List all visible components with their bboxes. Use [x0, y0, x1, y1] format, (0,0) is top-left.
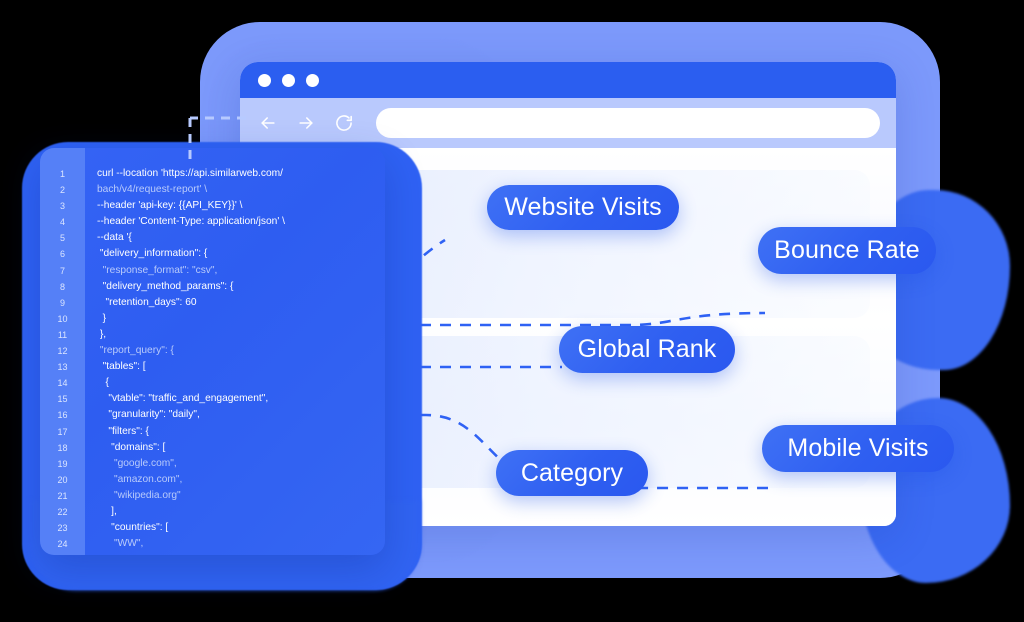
window-minimize-dot[interactable]	[282, 73, 295, 87]
code-line: {	[97, 377, 109, 389]
code-line-number-gutter: 1 2 3 4 5 6 7 8 9 10 11 12 13 14 15 16 17 18 19 20 21 22 23 24	[40, 148, 85, 555]
code-line-number: 21	[57, 490, 68, 501]
code-line: bach/v4/request-report' \	[97, 184, 208, 196]
code-line: "response_format": "csv",	[97, 264, 218, 276]
code-line-number: 5	[59, 233, 65, 244]
browser-titlebar	[240, 62, 896, 98]
back-arrow-icon[interactable]	[258, 113, 278, 133]
code-line-number: 12	[57, 346, 68, 357]
code-line-number: 13	[57, 362, 68, 373]
code-line: "amazon.com",	[97, 473, 183, 485]
code-line-number: 22	[57, 506, 68, 517]
code-line: "filters": {	[97, 425, 149, 437]
pill-label: Website Visits	[504, 193, 662, 221]
reload-icon[interactable]	[334, 113, 354, 133]
code-line-number: 16	[57, 410, 68, 421]
code-line: "domains": [	[97, 441, 166, 453]
code-line: "vtable": "traffic_and_engagement",	[97, 393, 269, 405]
code-line: "granularity": "daily",	[97, 409, 200, 421]
code-line: --header 'Content-Type: application/json…	[97, 216, 285, 228]
code-line-number: 7	[59, 265, 65, 276]
code-line-number: 18	[57, 442, 68, 453]
code-line: ],	[97, 505, 117, 517]
code-line-number: 3	[59, 201, 65, 212]
pill-label: Global Rank	[577, 335, 717, 363]
code-line-number: 8	[59, 281, 65, 292]
pill-mobile-visits[interactable]: Mobile Visits	[762, 425, 954, 472]
code-line: curl --location 'https://api.similarweb.…	[97, 168, 283, 179]
pill-global-rank[interactable]: Global Rank	[559, 326, 735, 373]
code-line-number: 24	[57, 539, 68, 550]
illustration-stage: Website Visits Bounce Rate Global Rank C…	[0, 0, 1024, 622]
code-line-number: 14	[57, 378, 68, 389]
code-line-number: 11	[57, 329, 68, 340]
pill-label: Mobile Visits	[787, 434, 929, 462]
pill-label: Bounce Rate	[774, 236, 920, 264]
window-close-dot[interactable]	[258, 73, 271, 87]
code-line-number: 6	[59, 249, 65, 260]
pill-category[interactable]: Category	[496, 450, 648, 496]
pill-bounce-rate[interactable]: Bounce Rate	[758, 227, 936, 274]
code-line: }	[97, 312, 107, 324]
code-line: "delivery_information": {	[97, 248, 208, 260]
code-line-number: 19	[57, 458, 68, 469]
code-line: --header 'api-key: {{API_KEY}}' \	[97, 200, 243, 212]
code-line-number: 10	[57, 313, 68, 324]
code-line-number: 17	[57, 426, 68, 437]
code-line: --data '{	[97, 232, 132, 244]
code-line-number: 15	[57, 394, 68, 405]
code-line-number: 4	[59, 217, 65, 228]
code-line: "delivery_method_params": {	[97, 280, 234, 292]
code-line-number: 9	[59, 297, 65, 308]
code-line: "wikipedia.org"	[97, 489, 181, 501]
window-maximize-dot[interactable]	[306, 73, 319, 87]
pill-website-visits[interactable]: Website Visits	[487, 185, 679, 230]
code-line-number: 20	[57, 474, 68, 485]
browser-toolbar	[240, 98, 896, 148]
code-line: "report_query": {	[97, 345, 174, 357]
code-line: "tables": [	[97, 361, 146, 373]
code-line-number: 23	[57, 523, 68, 534]
code-line-number: 2	[59, 185, 65, 196]
address-bar-input[interactable]	[376, 108, 880, 138]
pill-label: Category	[520, 458, 624, 487]
code-line: "retention_days": 60	[97, 296, 197, 308]
code-line: "google.com",	[97, 457, 177, 469]
code-line: },	[97, 328, 107, 340]
code-line: "WW",	[97, 538, 144, 550]
code-line-number: 1	[59, 169, 65, 179]
code-lines-container: curl --location 'https://api.similarweb.…	[85, 148, 385, 555]
code-line: "countries": [	[97, 522, 169, 534]
forward-arrow-icon[interactable]	[296, 113, 316, 133]
code-snippet-panel: 1 2 3 4 5 6 7 8 9 10 11 12 13 14 15 16 17 18 19 20 21 22 23 24 …	[40, 148, 385, 555]
